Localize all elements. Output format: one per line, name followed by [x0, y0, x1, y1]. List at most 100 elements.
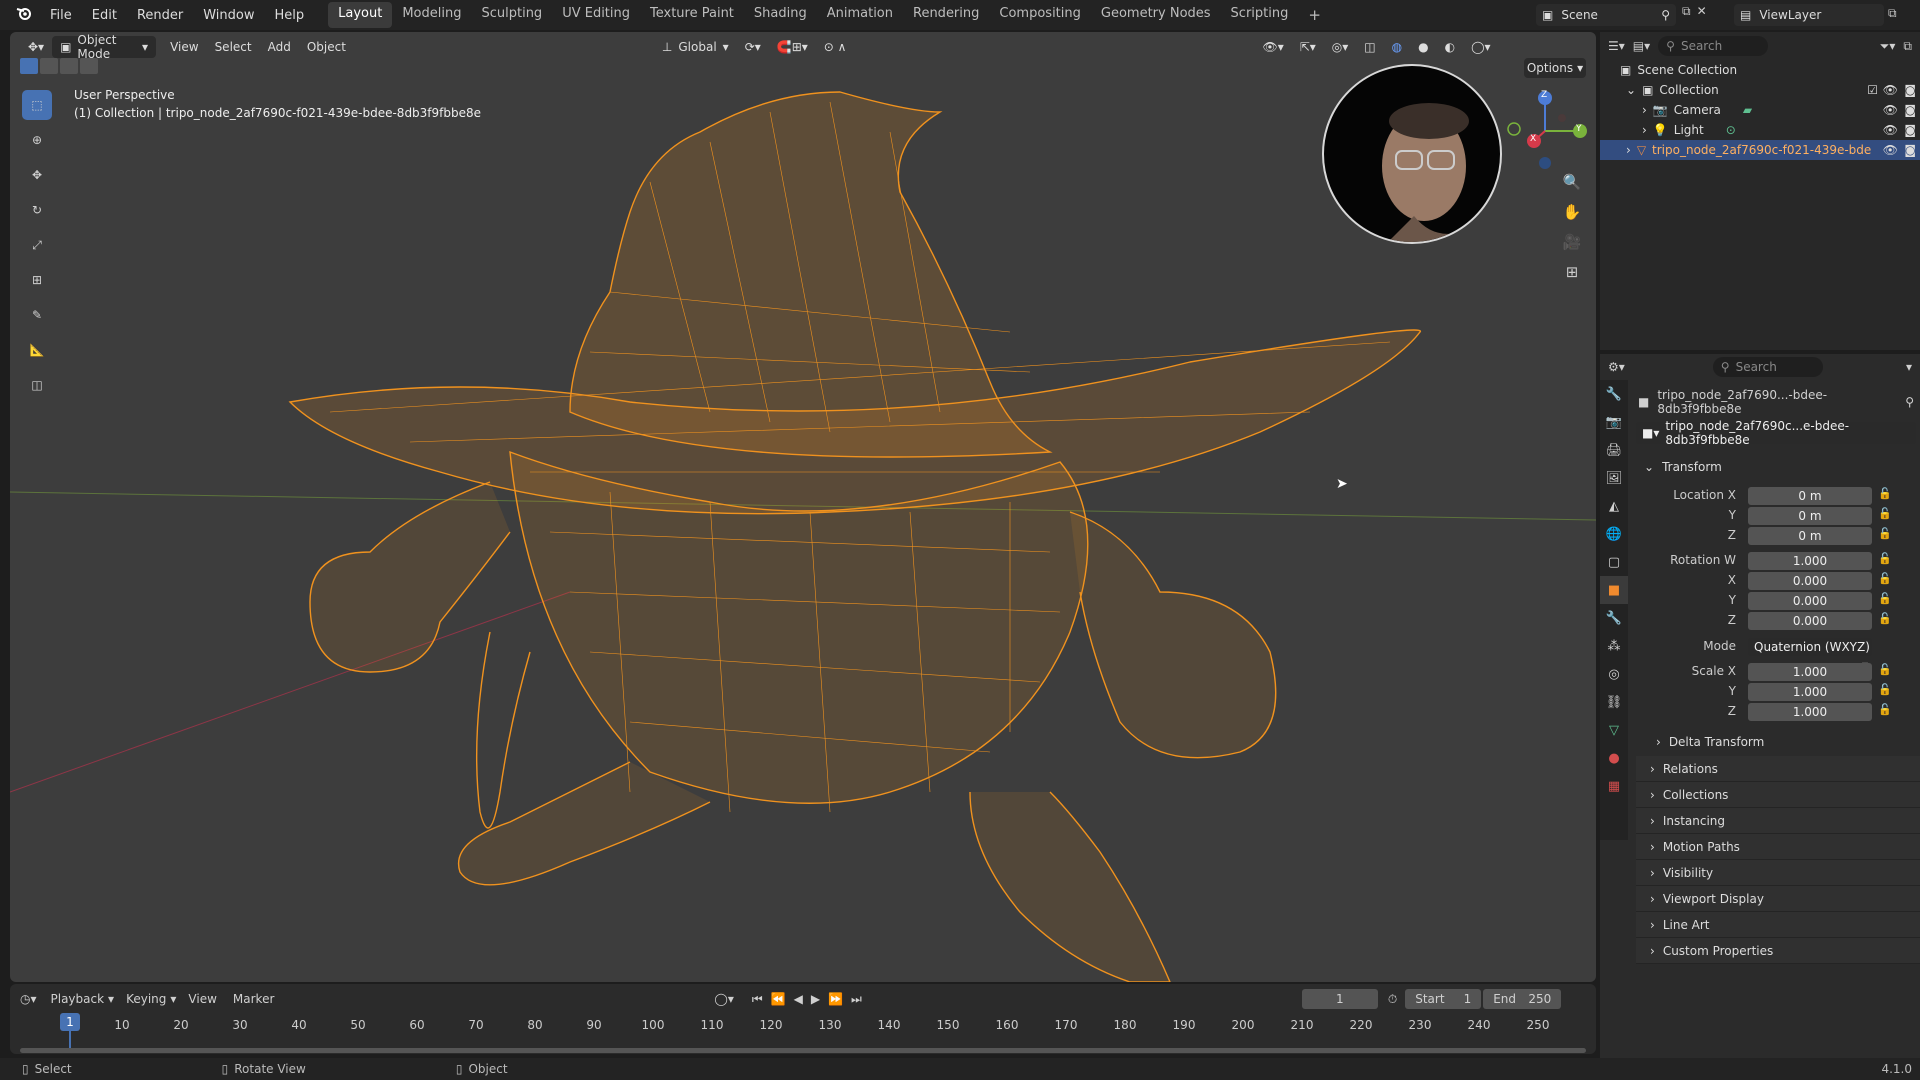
- transform-panel-header[interactable]: ⌄ Transform: [1636, 456, 1916, 478]
- tab-scripting[interactable]: Scripting: [1221, 2, 1299, 28]
- physics-tab-icon[interactable]: ◎: [1600, 660, 1628, 688]
- menu-render[interactable]: Render: [127, 8, 193, 23]
- chevron-right-icon[interactable]: ›: [1642, 123, 1647, 137]
- material-tab-icon[interactable]: ●: [1600, 744, 1628, 772]
- transform-icon[interactable]: ⊞: [22, 265, 52, 295]
- play-reverse-icon[interactable]: ◀: [794, 992, 803, 1006]
- eye-icon[interactable]: 👁: [1883, 83, 1898, 97]
- menu-timeline-view[interactable]: View: [188, 992, 216, 1006]
- add-cube-icon[interactable]: ◫: [22, 370, 52, 400]
- camera-render-icon[interactable]: ◙: [1904, 103, 1916, 117]
- pivot-icon[interactable]: ⟳▾: [737, 36, 769, 58]
- chevron-down-icon[interactable]: ⌄: [1626, 83, 1636, 97]
- proportional-edit-icon[interactable]: ⊙ ∧: [816, 36, 855, 58]
- select-box-icon[interactable]: ⬚: [22, 90, 52, 120]
- panel-instancing[interactable]: › Instancing: [1636, 808, 1920, 834]
- select-extend-icon[interactable]: [40, 58, 58, 74]
- end-frame-field[interactable]: End 250: [1483, 989, 1562, 1009]
- playhead[interactable]: 1: [60, 1013, 80, 1031]
- texture-tab-icon[interactable]: ▦: [1600, 772, 1628, 800]
- tab-uv-editing[interactable]: UV Editing: [552, 2, 640, 28]
- menu-marker[interactable]: Marker: [233, 992, 274, 1006]
- snap-icon[interactable]: 🧲⊞▾: [769, 36, 816, 58]
- checkbox-icon[interactable]: ☑: [1867, 83, 1878, 97]
- eye-icon[interactable]: 👁: [1883, 143, 1898, 157]
- panel-line-art[interactable]: › Line Art: [1636, 912, 1920, 938]
- jump-start-icon[interactable]: ⏮: [752, 992, 763, 1007]
- menu-view[interactable]: View: [162, 36, 206, 58]
- timeline-scrollbar[interactable]: [20, 1048, 1586, 1053]
- panel-viewport-display[interactable]: › Viewport Display: [1636, 886, 1920, 912]
- outliner-row-collection[interactable]: ⌄ ▣ Collection ☑ 👁 ◙: [1600, 80, 1920, 100]
- mode-select[interactable]: ▣ Object Mode ▾: [52, 33, 157, 61]
- object-tab-icon[interactable]: ■: [1600, 576, 1628, 604]
- properties-editor-icon[interactable]: ⚙▾: [1608, 360, 1625, 374]
- menu-object[interactable]: Object: [299, 36, 354, 58]
- perspective-grid-icon[interactable]: ⊞: [1558, 258, 1586, 286]
- output-tab-icon[interactable]: 🖨: [1600, 436, 1628, 464]
- camera-render-icon[interactable]: ◙: [1904, 83, 1916, 97]
- options-button[interactable]: Options ▾: [1524, 58, 1586, 78]
- chevron-right-icon[interactable]: ›: [1642, 103, 1647, 117]
- lock-icon[interactable]: 🔓: [1878, 592, 1892, 612]
- rotation-z-field[interactable]: 0.000: [1748, 612, 1872, 630]
- delta-transform-header[interactable]: › Delta Transform: [1656, 733, 1764, 751]
- eye-icon[interactable]: 👁: [1883, 123, 1898, 137]
- add-workspace-icon[interactable]: +: [1298, 2, 1331, 28]
- jump-end-icon[interactable]: ⏭: [851, 992, 862, 1007]
- outliner-row-object[interactable]: › ▽ tripo_node_2af7690c-f021-439e-bde 👁 …: [1600, 140, 1920, 160]
- location-x-field[interactable]: 0 m: [1748, 487, 1872, 505]
- rotate-icon[interactable]: ↻: [22, 195, 52, 225]
- menu-file[interactable]: File: [40, 8, 82, 23]
- zoom-icon[interactable]: 🔍: [1558, 168, 1586, 196]
- overlay-icon[interactable]: ◎▾: [1324, 36, 1357, 58]
- jump-keyframe-forward-icon[interactable]: ⏩: [828, 992, 843, 1006]
- scale-z-field[interactable]: 1.000: [1748, 703, 1872, 721]
- modifier-tab-icon[interactable]: 🔧: [1600, 604, 1628, 632]
- scene-field[interactable]: ▣ Scene ⚲: [1536, 4, 1676, 26]
- scale-x-field[interactable]: 1.000: [1748, 663, 1872, 681]
- blender-logo-icon[interactable]: [8, 6, 40, 24]
- shading-solid-icon[interactable]: ●: [1410, 36, 1436, 58]
- render-tab-icon[interactable]: 📷: [1600, 408, 1628, 436]
- lock-icon[interactable]: 🔓: [1878, 507, 1892, 527]
- data-tab-icon[interactable]: ▽: [1600, 716, 1628, 744]
- shading-material-icon[interactable]: ◐: [1437, 36, 1463, 58]
- pan-hand-icon[interactable]: ✋: [1558, 198, 1586, 226]
- properties-search-input[interactable]: ⚲ Search: [1712, 357, 1823, 377]
- location-z-field[interactable]: 0 m: [1748, 527, 1872, 545]
- tab-layout[interactable]: Layout: [328, 2, 393, 28]
- select-new-icon[interactable]: [20, 58, 38, 74]
- visibility-icon[interactable]: 👁▾: [1254, 36, 1291, 58]
- outliner-row-camera[interactable]: › 📷 Camera ▰ 👁 ◙: [1600, 100, 1920, 120]
- camera-view-icon[interactable]: 🎥: [1558, 228, 1586, 256]
- chevron-right-icon[interactable]: ›: [1626, 143, 1631, 157]
- scale-y-field[interactable]: 1.000: [1748, 683, 1872, 701]
- new-scene-icon[interactable]: ⧉: [1682, 4, 1691, 26]
- outliner-row-scene-collection[interactable]: ▣ Scene Collection: [1600, 60, 1920, 80]
- pin-icon[interactable]: ⚲: [1661, 8, 1670, 22]
- lock-icon[interactable]: 🔓: [1878, 527, 1892, 552]
- timeline-editor-icon[interactable]: ◷▾: [20, 992, 37, 1006]
- menu-playback[interactable]: Playback: [51, 992, 105, 1006]
- cursor-icon[interactable]: ⊕: [22, 125, 52, 155]
- eye-icon[interactable]: 👁: [1883, 103, 1898, 117]
- lock-icon[interactable]: 🔓: [1878, 703, 1892, 723]
- new-viewlayer-icon[interactable]: ⧉: [1888, 6, 1897, 21]
- camera-render-icon[interactable]: ◙: [1904, 123, 1916, 137]
- pin-icon[interactable]: ⚲: [1905, 395, 1914, 409]
- camera-render-icon[interactable]: ◙: [1904, 143, 1916, 157]
- select-invert-icon[interactable]: [80, 58, 98, 74]
- lock-icon[interactable]: 🔓: [1878, 552, 1892, 572]
- filter-icon[interactable]: ⏷▾: [1880, 39, 1896, 54]
- chevron-down-icon[interactable]: ▾: [1906, 360, 1912, 374]
- panel-relations[interactable]: › Relations: [1636, 756, 1920, 782]
- view-layer-tab-icon[interactable]: 🖼: [1600, 464, 1628, 492]
- lock-icon[interactable]: 🔓: [1878, 683, 1892, 703]
- current-frame-field[interactable]: 1: [1301, 989, 1378, 1009]
- tab-geometry-nodes[interactable]: Geometry Nodes: [1091, 2, 1221, 28]
- tab-compositing[interactable]: Compositing: [989, 2, 1091, 28]
- location-y-field[interactable]: 0 m: [1748, 507, 1872, 525]
- menu-edit[interactable]: Edit: [82, 8, 127, 23]
- tab-animation[interactable]: Animation: [817, 2, 903, 28]
